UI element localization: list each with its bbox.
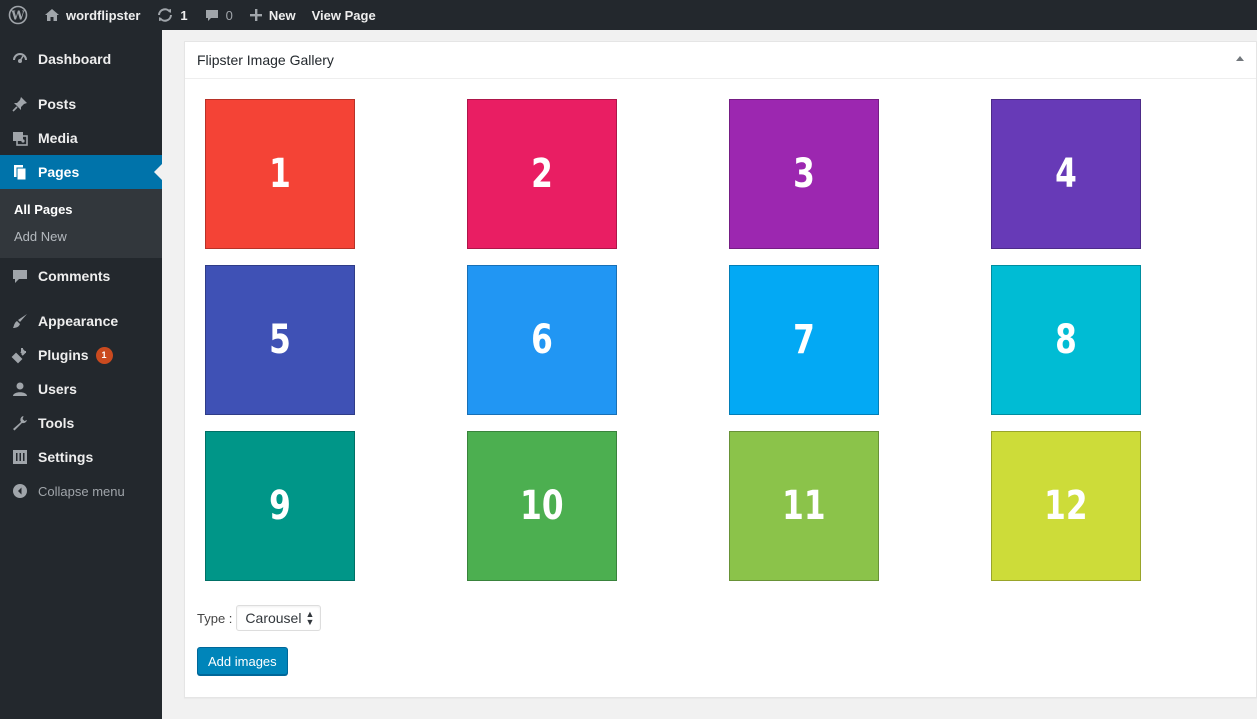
gallery-image-tile[interactable]: 3 [729,99,879,249]
gallery-image-tile[interactable]: 11 [729,431,879,581]
sidebar-item-tools[interactable]: Tools [0,406,162,440]
metabox-title: Flipster Image Gallery [197,52,334,68]
sidebar-item-comments[interactable]: Comments [0,259,162,293]
tile-number: 7 [793,317,815,363]
site-name: wordflipster [66,7,141,23]
type-select[interactable]: Carousel ▲ ▼ [236,605,322,631]
pin-icon [10,94,30,114]
toggle-panel-arrow-icon[interactable] [1236,56,1244,61]
comments-icon [10,266,30,286]
new-label: New [268,7,296,23]
type-label: Type : [197,610,233,626]
tile-number: 10 [520,483,564,529]
paintbrush-icon [10,311,30,331]
gallery-image-tile[interactable]: 7 [729,265,879,415]
media-icon [10,128,30,148]
sidebar-item-label: Tools [38,415,75,431]
select-arrows-icon: ▲ ▼ [305,609,315,627]
users-icon [10,379,30,399]
sidebar-item-appearance[interactable]: Appearance [0,304,162,338]
updates-icon [156,7,174,23]
tile-number: 5 [269,317,291,363]
sidebar-item-dashboard[interactable]: Dashboard [0,42,162,76]
gallery-image-tile[interactable]: 12 [991,431,1141,581]
sidebar-item-settings[interactable]: Settings [0,440,162,474]
pages-submenu: All Pages Add New [0,189,162,258]
admin-sidebar: Dashboard Posts Media Pages All Pages Ad… [0,30,162,719]
flipster-gallery-metabox: Flipster Image Gallery 1 2 3 4 5 6 7 8 9 10 11 12 T… [184,41,1257,698]
updates-link[interactable]: 1 [148,0,195,30]
tile-number: 1 [269,151,291,197]
submenu-all-pages[interactable]: All Pages [0,196,162,223]
sidebar-item-label: Plugins [38,347,89,363]
new-content-link[interactable]: New [241,0,304,30]
gallery-image-tile[interactable]: 2 [467,99,617,249]
gallery-image-tile[interactable]: 9 [205,431,355,581]
view-page-link[interactable]: View Page [304,0,384,30]
sidebar-item-plugins[interactable]: Plugins 1 [0,338,162,372]
sidebar-item-pages[interactable]: Pages [0,155,162,189]
tile-number: 2 [531,151,553,197]
view-page-label: View Page [311,7,376,23]
add-images-button[interactable]: Add images [197,647,288,675]
sidebar-item-label: Media [38,130,78,146]
updates-count: 1 [180,7,188,23]
plugins-icon [10,345,30,365]
sidebar-item-media[interactable]: Media [0,121,162,155]
sidebar-item-label: Pages [38,164,80,180]
home-icon [44,7,60,23]
comment-bubble-icon [204,7,220,23]
sidebar-item-label: Dashboard [38,51,112,67]
gallery-image-tile[interactable]: 1 [205,99,355,249]
gallery-image-tile[interactable]: 4 [991,99,1141,249]
sidebar-item-label: Posts [38,96,77,112]
sidebar-item-posts[interactable]: Posts [0,87,162,121]
settings-icon [10,447,30,467]
plugins-update-badge: 1 [95,346,113,364]
dashboard-icon [10,49,30,69]
sidebar-item-label: Users [38,381,77,397]
collapse-menu-label: Collapse menu [38,483,125,499]
gallery-image-tile[interactable]: 8 [991,265,1141,415]
tile-number: 8 [1055,317,1077,363]
metabox-header[interactable]: Flipster Image Gallery [185,42,1256,79]
sidebar-item-users[interactable]: Users [0,372,162,406]
comments-link[interactable]: 0 [196,0,241,30]
pages-icon [10,162,30,182]
tile-number: 4 [1055,151,1077,197]
type-select-value: Carousel [245,610,302,626]
tile-number: 9 [269,483,291,529]
collapse-arrow-icon [10,481,30,501]
tile-number: 6 [531,317,553,363]
sidebar-item-label: Comments [38,268,111,284]
wrench-icon [10,413,30,433]
site-name-link[interactable]: wordflipster [36,0,148,30]
submenu-add-new[interactable]: Add New [0,223,162,250]
wordpress-logo-icon[interactable]: W [0,0,36,30]
sidebar-item-label: Appearance [38,313,119,329]
type-row: Type : Carousel ▲ ▼ [197,605,322,631]
gallery-image-tile[interactable]: 5 [205,265,355,415]
tile-number: 12 [1044,483,1088,529]
gallery-image-tile[interactable]: 10 [467,431,617,581]
plus-icon [249,8,263,22]
admin-bar: W wordflipster 1 0 New View Page [0,0,1257,30]
tile-number: 3 [793,151,815,197]
collapse-menu-button[interactable]: Collapse menu [0,474,162,508]
svg-text:W: W [10,9,25,23]
tile-number: 11 [782,483,826,529]
sidebar-item-label: Settings [38,449,94,465]
image-gallery-grid: 1 2 3 4 5 6 7 8 9 10 11 12 [205,99,1145,583]
comments-count: 0 [225,7,233,23]
gallery-image-tile[interactable]: 6 [467,265,617,415]
